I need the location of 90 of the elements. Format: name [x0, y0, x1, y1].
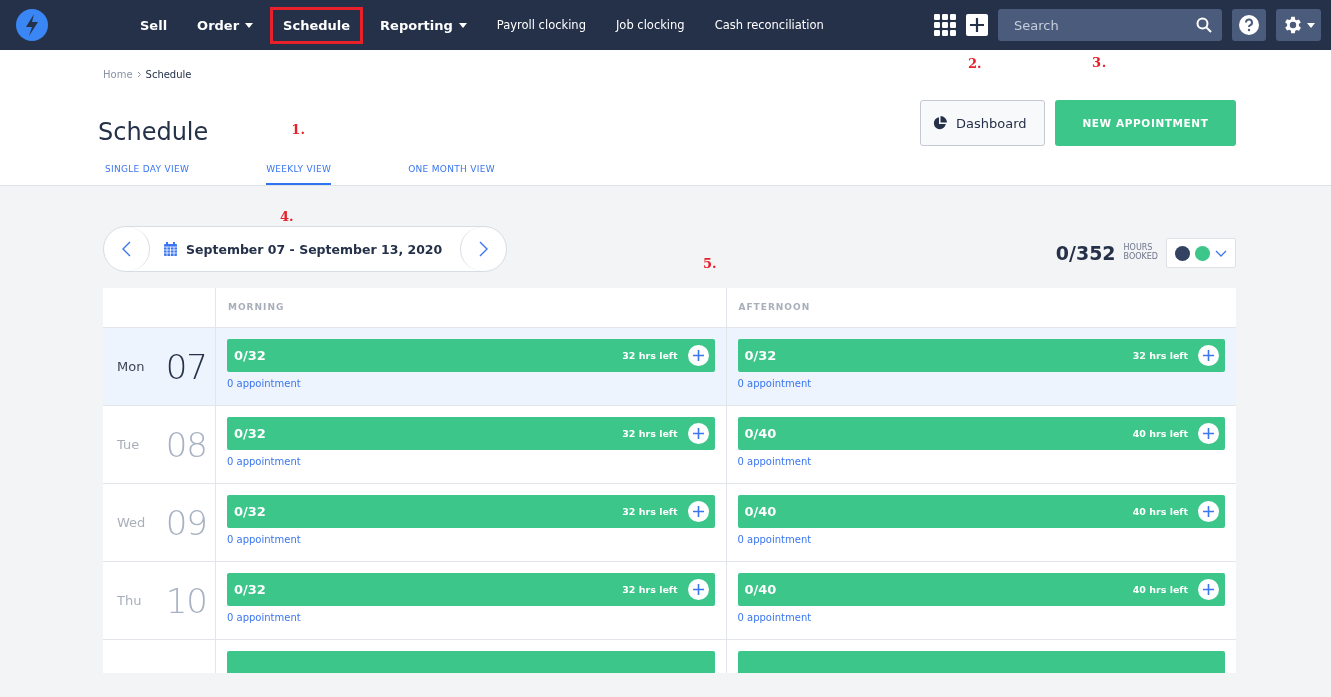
breadcrumb-link[interactable]: Home [103, 69, 133, 80]
date-range-label: September 07 - September 13, 2020 [186, 241, 443, 257]
appointment-count-link[interactable]: 0 appointment [227, 534, 301, 545]
view-tab[interactable]: SINGLE DAY VIEW [105, 160, 190, 185]
plus-icon [1202, 505, 1215, 518]
add-appointment-button[interactable] [1198, 501, 1219, 522]
booked-hours: 0/32 [744, 348, 778, 363]
appointment-count-link[interactable]: 0 appointment [737, 534, 812, 545]
pie-chart-icon [933, 116, 947, 130]
annotation-number: 4. [280, 209, 294, 224]
hours-booked-label: HOURS BOOKED [1123, 244, 1158, 262]
plus-icon [691, 349, 705, 362]
appointment-count-link[interactable]: 0 appointment [227, 378, 301, 389]
weekday-label: Tue [117, 437, 140, 452]
hours-left: 40 hrs left [1132, 428, 1188, 439]
weekday-label: Mon [117, 359, 145, 374]
search-icon[interactable] [1196, 17, 1212, 33]
nav-link[interactable]: Payroll clocking [483, 7, 599, 43]
caret-icon [1307, 22, 1315, 28]
add-appointment-button[interactable] [687, 423, 709, 444]
chevron-icon [136, 71, 142, 78]
add-appointment-button[interactable] [1198, 579, 1219, 600]
add-appointment-button[interactable] [1198, 423, 1219, 444]
hours-left: 32 hrs left [1132, 350, 1188, 361]
appointment-count-link[interactable]: 0 appointment [737, 456, 812, 467]
booked-hours: 0/40 [744, 582, 778, 597]
date-number: 10 [165, 580, 207, 621]
breadcrumb-current: Schedule [145, 69, 192, 80]
plus-icon [1202, 427, 1215, 440]
hours-left: 40 hrs left [1132, 506, 1188, 517]
nav-link[interactable]: Cash reconciliation [701, 7, 837, 43]
date-number: 09 [165, 502, 207, 543]
appointment-count-link[interactable]: 0 appointment [737, 378, 812, 389]
hours-left: 32 hrs left [622, 350, 678, 361]
page-title: Schedule [98, 118, 209, 146]
add-appointment-button[interactable] [687, 501, 709, 522]
add-appointment-button[interactable] [1198, 345, 1219, 366]
appointment-count-link[interactable]: 0 appointment [737, 612, 812, 623]
color-legend-dropdown[interactable] [1166, 238, 1236, 268]
settings-button[interactable] [1276, 9, 1321, 41]
booked-hours: 0/40 [744, 426, 778, 441]
caret-icon [245, 22, 254, 28]
add-icon[interactable] [966, 14, 988, 36]
column-header: AFTERNOON [725, 288, 1236, 327]
search-field[interactable]: Search [998, 9, 1222, 41]
hours-left: 40 hrs left [1132, 584, 1188, 595]
logo-icon[interactable] [15, 8, 49, 42]
date-number: 08 [165, 424, 207, 465]
annotation-number: 1. [291, 122, 306, 137]
booked-hours: 0/40 [744, 504, 778, 519]
chevron-down-icon [1215, 249, 1227, 257]
add-appointment-button[interactable] [687, 345, 709, 366]
caret-icon [458, 22, 467, 28]
booked-hours: 0/32 [234, 348, 267, 363]
nav-link[interactable]: Schedule [270, 6, 364, 44]
nav-link[interactable]: Reporting [367, 6, 480, 44]
calendar-icon [164, 242, 177, 256]
booked-hours: 0/32 [234, 582, 267, 597]
search-input[interactable]: Search [1012, 16, 1196, 34]
weekday-label: Thu [117, 593, 142, 608]
date-number: 07 [165, 346, 207, 387]
weekday-label: Wed [117, 515, 146, 530]
plus-icon [1202, 349, 1215, 362]
apps-grid-icon[interactable] [934, 14, 956, 36]
settings-icon [1282, 14, 1304, 36]
plus-icon [691, 505, 705, 518]
appointment-count-link[interactable]: 0 appointment [227, 612, 301, 623]
booked-hours: 0/32 [234, 504, 267, 519]
view-tab[interactable]: ONE MONTH VIEW [408, 160, 495, 185]
appointment-count-link[interactable]: 0 appointment [227, 456, 301, 467]
plus-icon [691, 583, 705, 596]
booked-hours: 0/32 [234, 426, 267, 441]
annotation-number: 3. [1092, 55, 1107, 70]
plus-icon [691, 427, 705, 440]
hours-booked-value: 0/352 [1055, 242, 1116, 264]
annotation-number: 5. [703, 256, 717, 271]
nav-link[interactable]: Order [184, 6, 267, 44]
hours-left: 32 hrs left [622, 506, 678, 517]
plus-icon [1202, 583, 1215, 596]
chevron-right-icon [479, 241, 489, 257]
help-button[interactable] [1232, 9, 1266, 41]
nav-link[interactable]: Job clocking [602, 7, 698, 43]
add-appointment-button[interactable] [687, 579, 709, 600]
hours-left: 32 hrs left [622, 584, 678, 595]
annotation-number: 2. [968, 56, 982, 71]
help-icon [1238, 14, 1260, 36]
hours-left: 32 hrs left [622, 428, 678, 439]
column-header: MORNING [215, 288, 726, 327]
chevron-left-icon [122, 241, 131, 257]
nav-link[interactable]: Sell [127, 6, 181, 44]
